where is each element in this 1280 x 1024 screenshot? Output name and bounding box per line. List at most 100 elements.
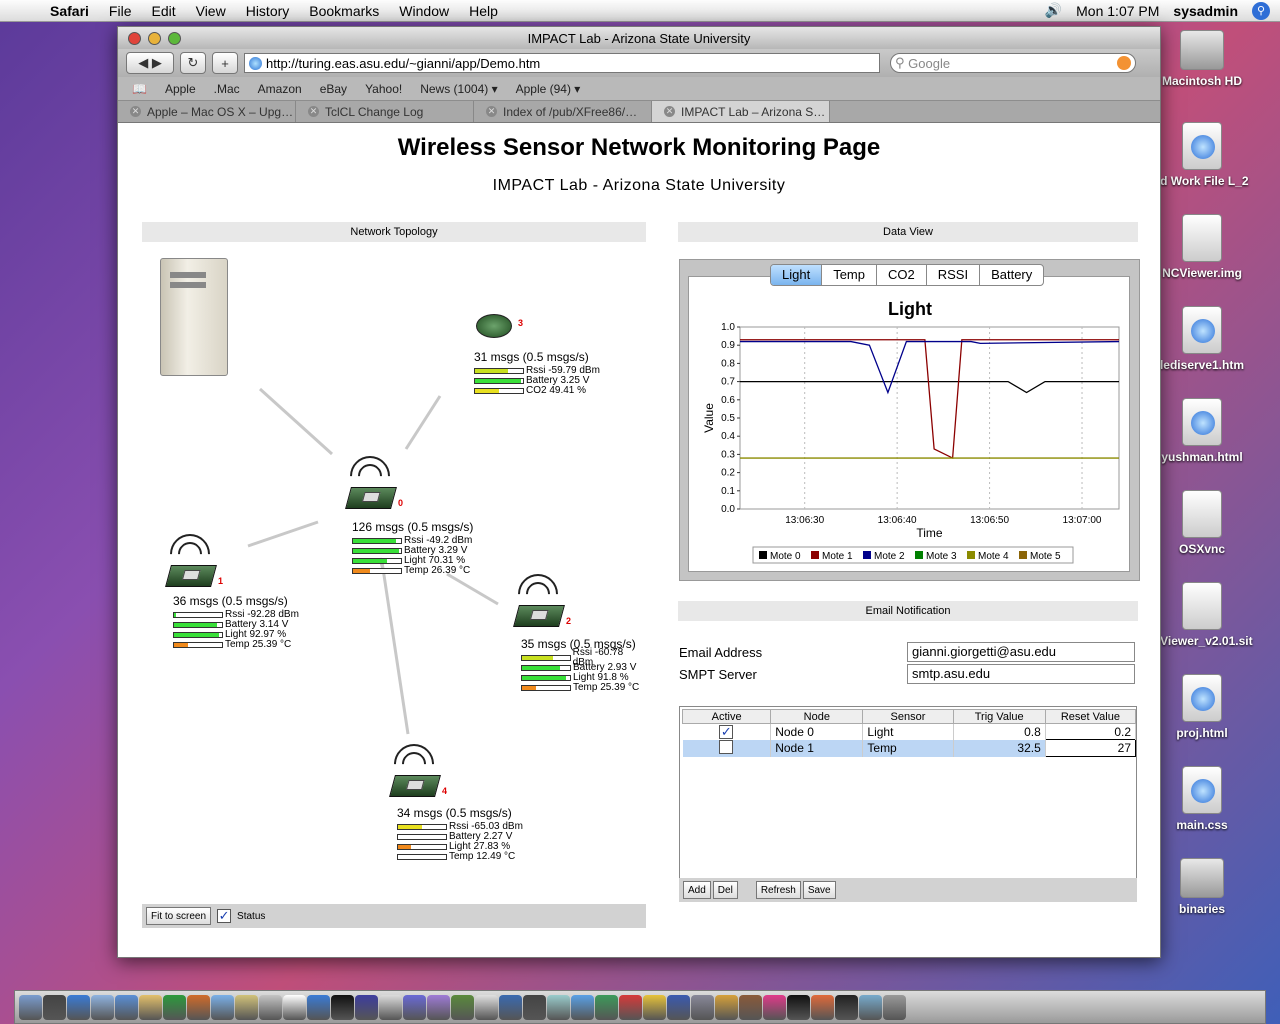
dock-app-icon[interactable] <box>691 994 714 1020</box>
cell-sensor[interactable]: Light <box>862 723 954 740</box>
back-arrow-icon[interactable]: ◀ <box>138 55 148 71</box>
chart-tab-temp[interactable]: Temp <box>822 265 877 285</box>
dock-app-icon[interactable] <box>715 994 738 1020</box>
dock-app-icon[interactable] <box>163 994 186 1020</box>
add-trigger-button[interactable]: Add <box>683 881 711 899</box>
table-row[interactable]: ✓ Node 0 Light 0.8 0.2 <box>682 723 1137 740</box>
menu-window[interactable]: Window <box>389 3 459 19</box>
menu-history[interactable]: History <box>236 3 300 19</box>
dock-app-icon[interactable] <box>115 994 138 1020</box>
search-field[interactable]: ⚲ Google <box>890 53 1136 73</box>
dock-app-icon[interactable] <box>811 994 834 1020</box>
cell-node[interactable]: Node 1 <box>770 739 864 757</box>
table-row[interactable]: Node 1 Temp 32.5 27 <box>682 739 1137 757</box>
menu-help[interactable]: Help <box>459 3 508 19</box>
tab-tclcl[interactable]: ✕ TclCL Change Log <box>296 101 474 122</box>
dock-app-icon[interactable] <box>859 994 882 1020</box>
base-station-server[interactable] <box>150 258 238 378</box>
menu-app-name[interactable]: Safari <box>40 3 99 19</box>
chart-tab-rssi[interactable]: RSSI <box>927 265 981 285</box>
col-trig-value[interactable]: Trig Value <box>952 709 1046 724</box>
col-node[interactable]: Node <box>770 709 864 724</box>
save-button[interactable]: Save <box>802 881 836 899</box>
window-titlebar[interactable]: IMPACT Lab - Arizona State University <box>118 27 1160 49</box>
dock-app-icon[interactable] <box>667 994 690 1020</box>
menu-view[interactable]: View <box>186 3 236 19</box>
mote-node-4[interactable]: 4 <box>385 735 447 802</box>
cell-sensor[interactable]: Temp <box>862 739 954 757</box>
dock-app-icon[interactable] <box>427 994 450 1020</box>
active-checkbox[interactable]: ✓ <box>719 724 734 739</box>
bookmark-apple[interactable]: Apple <box>165 82 196 96</box>
back-forward-button[interactable]: ◀ ▶ <box>126 52 174 74</box>
dock-app-icon[interactable] <box>331 994 354 1020</box>
chart-tab-battery[interactable]: Battery <box>980 265 1043 285</box>
cell-trig[interactable]: 32.5 <box>953 739 1046 757</box>
col-active[interactable]: Active <box>681 709 772 724</box>
mote-node-1[interactable]: 1 <box>161 525 223 592</box>
dock-app-icon[interactable] <box>19 994 42 1020</box>
col-reset-value[interactable]: Reset Value <box>1044 709 1137 724</box>
menu-bookmarks[interactable]: Bookmarks <box>299 3 389 19</box>
smtp-server-field[interactable]: smtp.asu.edu <box>907 664 1135 684</box>
dock-app-icon[interactable] <box>595 994 618 1020</box>
dock-app-icon[interactable] <box>451 994 474 1020</box>
dock-app-icon[interactable] <box>523 994 546 1020</box>
dock-app-icon[interactable] <box>835 994 858 1020</box>
delete-trigger-button[interactable]: Del <box>712 881 738 899</box>
mote-node-2[interactable]: 2 <box>509 565 571 632</box>
dock-app-icon[interactable] <box>643 994 666 1020</box>
chart-tab-co2[interactable]: CO2 <box>877 265 927 285</box>
dock-app-icon[interactable] <box>787 994 810 1020</box>
dock-app-icon[interactable] <box>307 994 330 1020</box>
volume-icon[interactable]: 🔊 <box>1045 2 1062 19</box>
menu-edit[interactable]: Edit <box>141 3 185 19</box>
refresh-button[interactable]: Refresh <box>755 881 801 899</box>
bookmark-mac[interactable]: .Mac <box>214 82 240 96</box>
spotlight-search-icon[interactable]: ⚲ <box>1252 1 1270 20</box>
dock-app-icon[interactable] <box>187 994 210 1020</box>
forward-arrow-icon[interactable]: ▶ <box>152 55 162 71</box>
dock-app-icon[interactable] <box>91 994 114 1020</box>
address-bar[interactable]: http://turing.eas.asu.edu/~gianni/app/De… <box>244 53 880 73</box>
chart-tab-light[interactable]: Light <box>771 265 823 285</box>
book-icon[interactable]: 📖 <box>132 82 147 96</box>
menubar-user[interactable]: sysadmin <box>1173 3 1238 19</box>
close-tab-icon[interactable]: ✕ <box>130 106 141 117</box>
dock-app-icon[interactable] <box>475 994 498 1020</box>
tab-apple[interactable]: ✕ Apple – Mac OS X – Upg… <box>118 101 296 122</box>
close-window-button[interactable] <box>128 31 141 45</box>
cell-trig[interactable]: 0.8 <box>953 723 1046 740</box>
reload-button[interactable]: ↻ <box>180 52 206 74</box>
bookmark-amazon[interactable]: Amazon <box>258 82 302 96</box>
dock-app-icon[interactable] <box>139 994 162 1020</box>
snapback-icon[interactable] <box>1117 56 1131 70</box>
dock-app-icon[interactable] <box>499 994 522 1020</box>
mote-node-3[interactable]: 3 <box>472 304 523 340</box>
dock-app-icon[interactable] <box>211 994 234 1020</box>
add-bookmark-button[interactable]: + <box>212 52 238 74</box>
cell-reset[interactable]: 0.2 <box>1045 723 1137 740</box>
menu-file[interactable]: File <box>99 3 142 19</box>
dock-app-icon[interactable] <box>43 994 66 1020</box>
bookmark-yahoo[interactable]: Yahoo! <box>365 82 402 96</box>
minimize-window-button[interactable] <box>148 31 161 45</box>
close-tab-icon[interactable]: ✕ <box>664 106 675 117</box>
bookmark-apple-menu[interactable]: Apple (94) ▾ <box>516 82 581 96</box>
bookmark-ebay[interactable]: eBay <box>320 82 347 96</box>
tab-impact-lab[interactable]: ✕ IMPACT Lab – Arizona S… <box>652 101 830 122</box>
dock-app-icon[interactable] <box>259 994 282 1020</box>
mote-node-0[interactable]: 0 <box>341 447 403 514</box>
zoom-window-button[interactable] <box>168 31 181 45</box>
dock-app-icon[interactable] <box>883 994 906 1020</box>
tab-xfree86[interactable]: ✕ Index of /pub/XFree86/… <box>474 101 652 122</box>
dock-app-icon[interactable] <box>235 994 258 1020</box>
bookmark-news-menu[interactable]: News (1004) ▾ <box>420 82 497 96</box>
fit-to-screen-button[interactable]: Fit to screen <box>146 907 212 925</box>
dock-app-icon[interactable] <box>403 994 426 1020</box>
dock-app-icon[interactable] <box>739 994 762 1020</box>
dock-app-icon[interactable] <box>355 994 378 1020</box>
status-checkbox[interactable]: ✓ <box>217 909 232 923</box>
dock-app-icon[interactable] <box>619 994 642 1020</box>
close-tab-icon[interactable]: ✕ <box>486 106 497 117</box>
